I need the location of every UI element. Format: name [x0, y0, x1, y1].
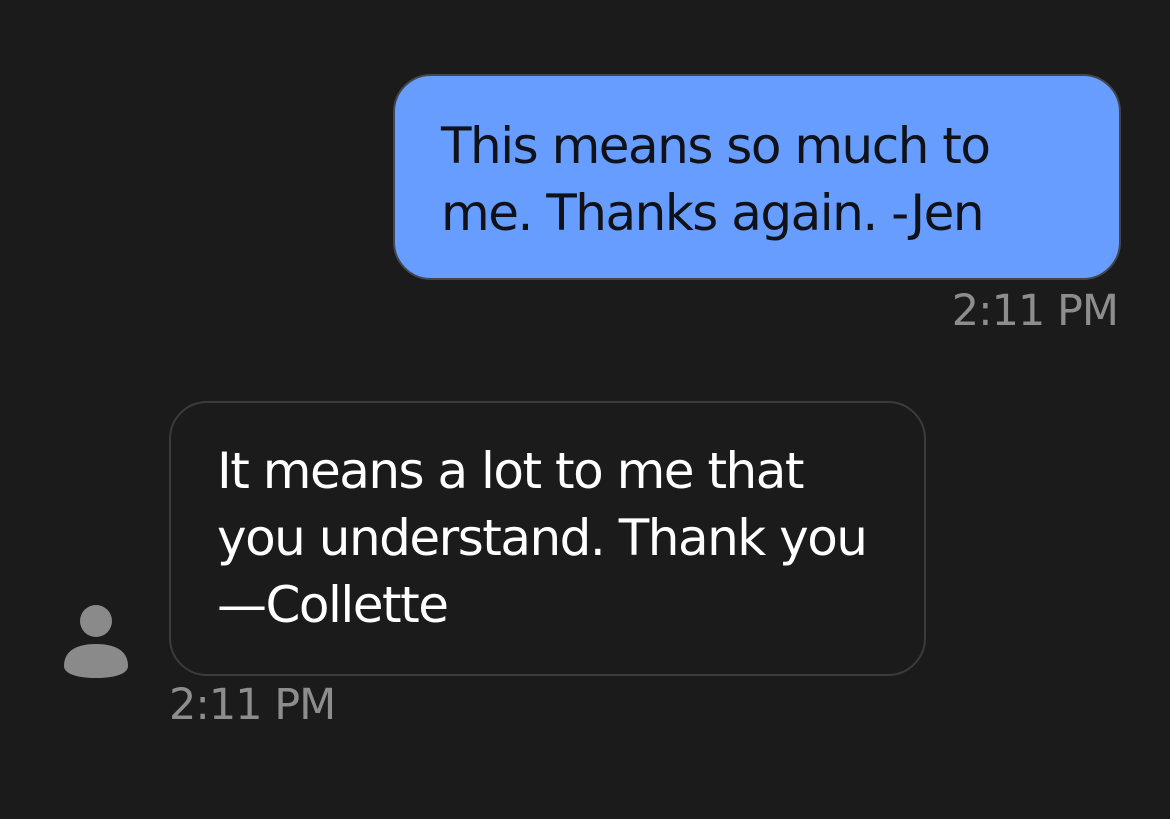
default-contact-icon: [64, 605, 128, 678]
outgoing-message-timestamp: 2:11 PM: [951, 286, 1119, 336]
incoming-message-timestamp: 2:11 PM: [169, 680, 336, 730]
message-thread: This means so much to me. Thanks again. …: [0, 0, 1170, 819]
incoming-message-bubble[interactable]: It means a lot to me that you understand…: [169, 401, 926, 676]
contact-avatar-icon[interactable]: [62, 604, 130, 678]
incoming-message-text: It means a lot to me that you understand…: [217, 442, 868, 634]
outgoing-message-text: This means so much to me. Thanks again. …: [441, 117, 991, 242]
outgoing-message-bubble[interactable]: This means so much to me. Thanks again. …: [393, 74, 1121, 280]
